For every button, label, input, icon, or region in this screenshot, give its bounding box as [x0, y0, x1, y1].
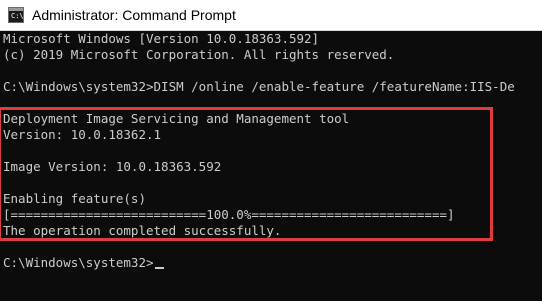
icon-title-strip — [9, 8, 23, 11]
console-line-dism-command: C:\Windows\system32>DISM /online /enable… — [3, 79, 515, 94]
console-line-version: Microsoft Windows [Version 10.0.18363.59… — [3, 31, 320, 46]
window-title: Administrator: Command Prompt — [32, 7, 236, 23]
prompt-text: C:\Windows\system32> — [3, 255, 154, 270]
console-line-image-version: Image Version: 10.0.18363.592 — [3, 159, 222, 174]
icon-prompt-glyph: C:\ — [11, 12, 24, 20]
console-line-prompt[interactable]: C:\Windows\system32> — [3, 255, 542, 271]
console-line-tool-name: Deployment Image Servicing and Managemen… — [3, 111, 350, 126]
title-bar[interactable]: C:\ Administrator: Command Prompt — [0, 0, 542, 31]
command-prompt-window: C:\ Administrator: Command Prompt Micros… — [0, 0, 542, 301]
console-line-progress-bar: [==========================100.0%=======… — [3, 207, 455, 222]
console-line-copyright: (c) 2019 Microsoft Corporation. All righ… — [3, 47, 395, 62]
command-prompt-icon[interactable]: C:\ — [8, 7, 24, 23]
console-line-enabling-features: Enabling feature(s) — [3, 191, 146, 206]
text-cursor — [154, 267, 164, 269]
console-line-tool-version: Version: 10.0.18362.1 — [3, 127, 162, 142]
console-output[interactable]: Microsoft Windows [Version 10.0.18363.59… — [0, 31, 542, 301]
console-line-success: The operation completed successfully. — [3, 223, 282, 238]
